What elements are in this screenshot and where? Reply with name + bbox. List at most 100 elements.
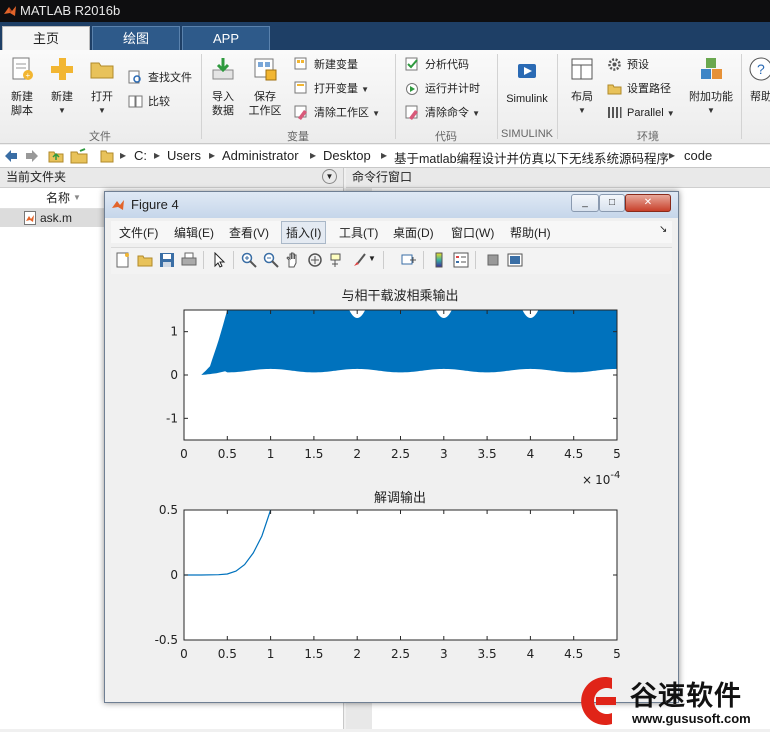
breadcrumb-code[interactable]: code <box>684 148 712 163</box>
clear-workspace-button[interactable]: 清除工作区 ▼ <box>294 104 380 122</box>
drive-folder-icon <box>100 150 114 163</box>
open-file-icon[interactable] <box>137 252 153 268</box>
breadcrumb-project-folder[interactable]: 基于matlab编程设计并仿真以下无线系统源码程序 <box>394 148 669 167</box>
open-button[interactable]: 打开 ▼ <box>82 56 122 118</box>
run-and-time-button[interactable]: 运行并计时 <box>405 80 480 98</box>
save-workspace-label: 保存 工作区 <box>248 91 282 117</box>
addons-cubes-icon <box>701 58 722 79</box>
new-script-button[interactable]: + 新建 脚本 <box>2 56 42 118</box>
compare-button[interactable]: 比较 <box>128 93 170 111</box>
simulink-button[interactable]: Simulink <box>503 58 551 106</box>
x-tick-label: 3 <box>440 447 448 461</box>
breadcrumb-administrator[interactable]: Administrator <box>222 148 299 163</box>
up-folder-icon[interactable] <box>48 149 64 163</box>
menu-insert[interactable]: 插入(I) <box>281 221 327 244</box>
help-label: 帮助 <box>750 91 770 103</box>
y-tick-label: -1 <box>166 411 178 425</box>
save-workspace-button[interactable]: 保存 工作区 <box>245 56 285 118</box>
new-button[interactable]: 新建 ▼ <box>42 56 82 118</box>
x-tick-label: 1 <box>267 647 275 661</box>
minimize-button[interactable]: _ <box>571 194 599 212</box>
new-figure-icon[interactable] <box>115 252 131 268</box>
show-plot-tools-icon[interactable] <box>507 252 523 268</box>
data-cursor-icon[interactable] <box>329 252 345 268</box>
forward-arrow-icon[interactable] <box>25 149 39 163</box>
command-window-header: 命令行窗口 <box>346 168 770 188</box>
new-variable-button[interactable]: 新建变量 <box>294 56 358 74</box>
tab-apps[interactable]: APP <box>182 26 270 51</box>
hide-plot-tools-icon[interactable] <box>485 252 501 268</box>
browse-folder-icon[interactable] <box>70 148 88 164</box>
open-variable-dropdown-icon: ▼ <box>361 85 369 94</box>
x-tick-label: 4 <box>527 447 535 461</box>
times-sign: × <box>582 473 592 487</box>
zoom-in-icon[interactable] <box>241 252 257 268</box>
brush-icon[interactable] <box>351 252 367 268</box>
new-variable-icon <box>294 57 307 70</box>
menu-view[interactable]: 查看(V) <box>229 224 269 241</box>
menu-window[interactable]: 窗口(W) <box>451 224 494 241</box>
y-tick-label: 0 <box>170 568 178 582</box>
analyze-code-button[interactable]: 分析代码 <box>405 56 469 74</box>
environment-group-label: 环境 <box>637 131 659 143</box>
import-data-button[interactable]: 导入 数据 <box>203 56 243 118</box>
brush-dropdown-icon[interactable]: ▼ <box>368 254 376 263</box>
open-label: 打开 <box>91 91 113 103</box>
addons-button[interactable]: 附加功能 ▼ <box>686 56 736 118</box>
close-button[interactable]: ✕ <box>625 194 671 212</box>
save-icon[interactable] <box>159 252 175 268</box>
open-variable-label: 打开变量 <box>314 83 358 95</box>
axes-2[interactable]: 解调输出 0 0.5 1 1.5 2 2.5 3 3.5 4 4.5 5 0.50-0.5 <box>155 490 621 661</box>
maximize-button[interactable]: □ <box>599 194 625 212</box>
breadcrumb-users[interactable]: Users <box>167 148 201 163</box>
tab-plots[interactable]: 绘图 <box>92 26 180 51</box>
addons-label: 附加功能 <box>689 91 733 103</box>
back-arrow-icon[interactable] <box>4 149 18 163</box>
menu-file[interactable]: 文件(F) <box>119 224 158 241</box>
clear-commands-button[interactable]: 清除命令 ▼ <box>405 104 480 122</box>
file-name: ask.m <box>40 211 73 225</box>
toolbar-divider <box>475 251 476 269</box>
ribbon-tabs: 主页 绘图 APP <box>0 22 770 51</box>
x-tick-label: 1.5 <box>304 447 323 461</box>
preferences-button[interactable]: 预设 <box>607 56 649 74</box>
x-tick-label: 1 <box>267 447 275 461</box>
save-workspace-icon <box>254 58 277 81</box>
breadcrumb-desktop[interactable]: Desktop <box>323 148 371 163</box>
divider <box>557 54 558 139</box>
x-tick-label: 5 <box>613 647 621 661</box>
set-path-button[interactable]: 设置路径 <box>607 80 671 98</box>
command-window-title: 命令行窗口 <box>352 170 413 184</box>
colorbar-icon[interactable] <box>431 252 447 268</box>
column-name-header[interactable]: 名称 <box>46 188 70 208</box>
breadcrumb-drive[interactable]: C: <box>134 148 147 163</box>
panel-menu-icon[interactable]: ▼ <box>322 169 337 184</box>
watermark-url: www.gususoft.com <box>632 711 751 726</box>
find-files-button[interactable]: 查找文件 <box>128 69 192 87</box>
open-variable-icon <box>294 81 307 94</box>
menu-edit[interactable]: 编辑(E) <box>174 224 214 241</box>
open-variable-button[interactable]: 打开变量 ▼ <box>294 80 369 98</box>
layout-button[interactable]: 布局 ▼ <box>562 56 602 118</box>
legend-icon[interactable] <box>453 252 469 268</box>
pan-hand-icon[interactable] <box>285 252 301 268</box>
zoom-out-icon[interactable] <box>263 252 279 268</box>
parallel-button[interactable]: Parallel ▼ <box>607 104 675 122</box>
pointer-icon[interactable] <box>211 252 227 268</box>
menu-tools[interactable]: 工具(T) <box>339 224 378 241</box>
new-dropdown-icon: ▼ <box>58 106 66 115</box>
new-script-label: 新建 脚本 <box>11 91 33 117</box>
rotate-3d-icon[interactable] <box>307 252 323 268</box>
clear-workspace-label: 清除工作区 <box>314 107 369 119</box>
link-plot-icon[interactable] <box>401 252 417 268</box>
menu-help[interactable]: 帮助(H) <box>510 224 551 241</box>
layout-label: 布局 <box>571 91 593 103</box>
open-dropdown-icon: ▼ <box>98 106 106 115</box>
help-button[interactable]: ? 帮助 <box>746 56 770 104</box>
dock-arrow-icon[interactable]: ↘ <box>659 224 667 235</box>
tab-home[interactable]: 主页 <box>2 26 90 51</box>
toolbar-divider <box>383 251 384 269</box>
menu-desktop[interactable]: 桌面(D) <box>393 224 434 241</box>
axes-1[interactable]: 与相干载波相乘输出 0 0.5 1 1.5 2 2.5 3 3.5 4 4.5 5 10-1 × 10… <box>166 288 621 487</box>
print-icon[interactable] <box>181 252 197 268</box>
